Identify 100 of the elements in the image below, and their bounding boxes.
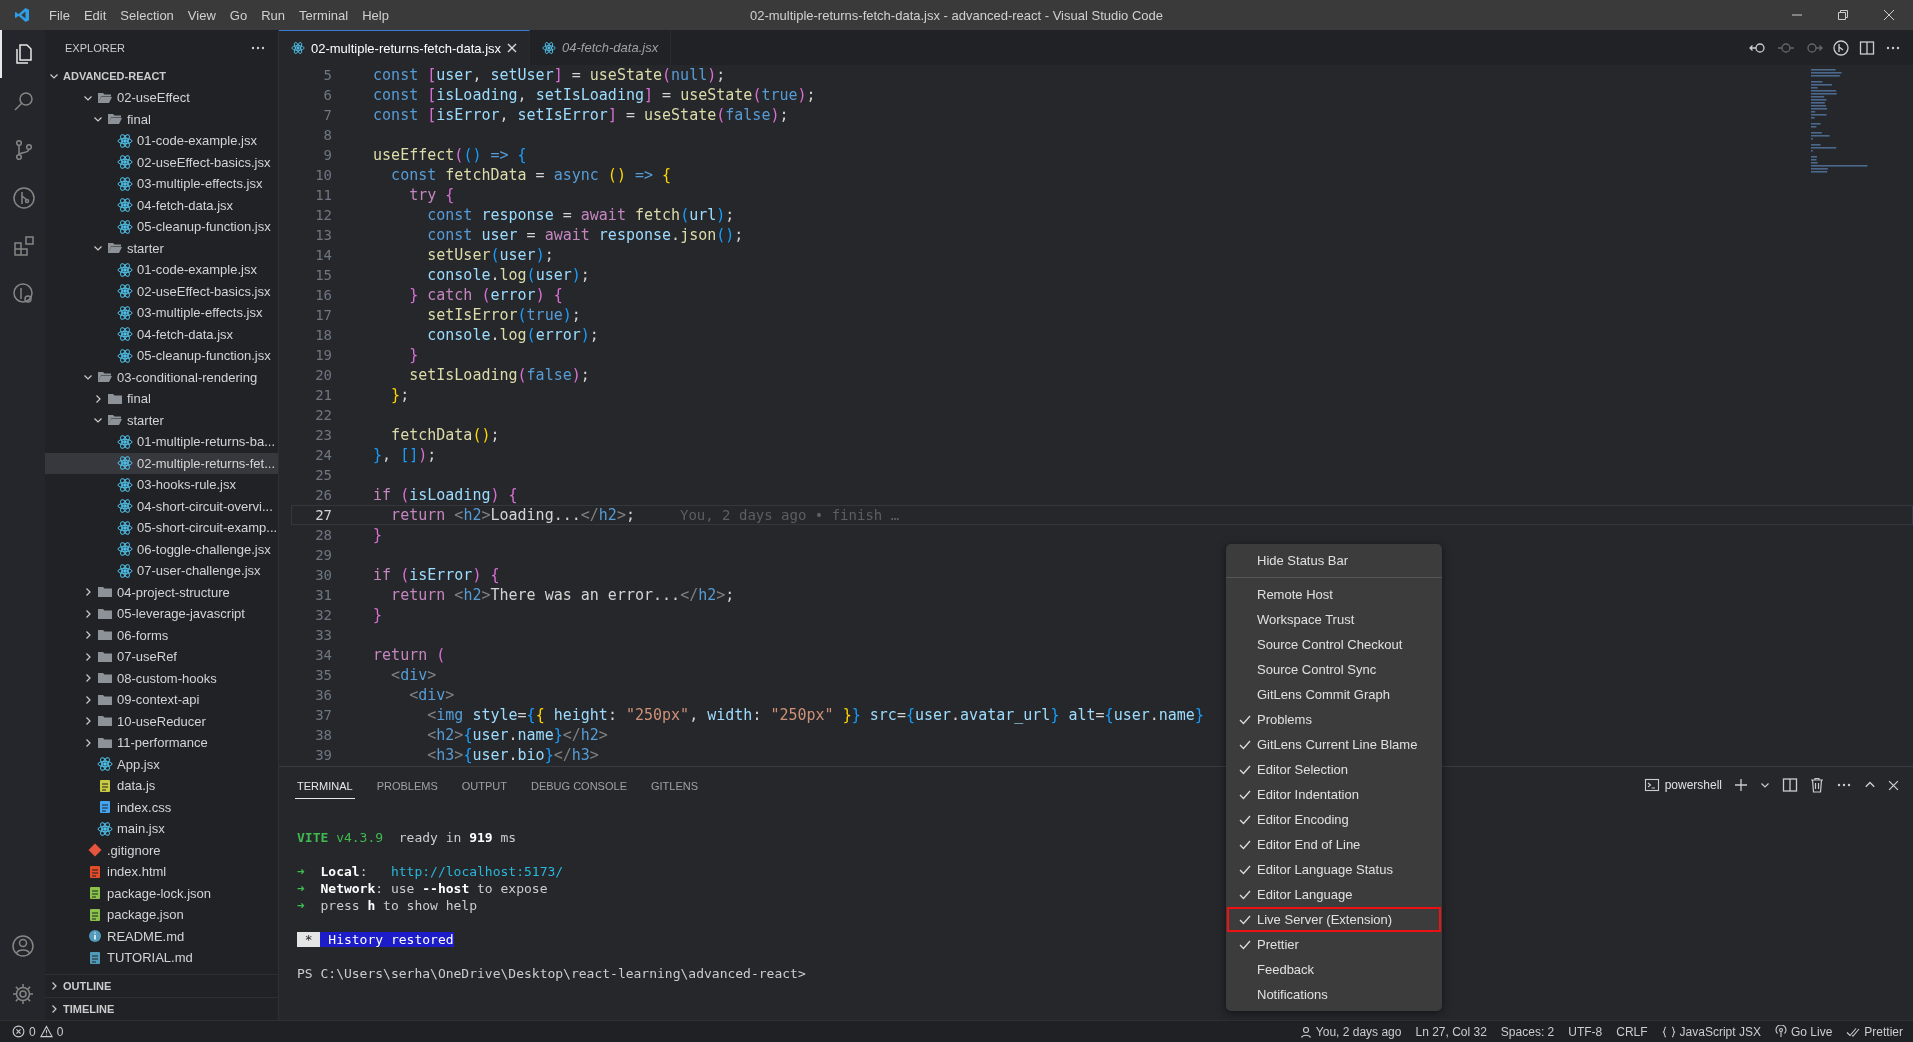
- restore-icon[interactable]: [1837, 9, 1849, 21]
- tree-item[interactable]: package-lock.json: [45, 882, 278, 904]
- tree-item[interactable]: 03-multiple-effects.jsx: [45, 302, 278, 324]
- status-item[interactable]: JavaScript JSX: [1661, 1024, 1761, 1039]
- panel-tab[interactable]: DEBUG CONSOLE: [529, 771, 629, 799]
- menu-item[interactable]: Source Control Sync: [1227, 657, 1441, 682]
- menu-item[interactable]: Terminal: [292, 7, 356, 23]
- menu-item[interactable]: Workspace Trust: [1227, 607, 1441, 632]
- branch-circle-icon[interactable]: [11, 186, 36, 210]
- settings-icon[interactable]: [10, 982, 35, 1006]
- tree-item[interactable]: 05-cleanup-function.jsx: [45, 345, 278, 367]
- menu-item[interactable]: Editor Encoding: [1227, 807, 1441, 832]
- tree-item[interactable]: 06-forms: [45, 624, 278, 646]
- workspace-header[interactable]: ADVANCED-REACT: [45, 65, 278, 87]
- extensions-icon[interactable]: [11, 234, 36, 258]
- branch-search-icon[interactable]: [11, 282, 36, 306]
- menu-item[interactable]: Source Control Checkout: [1227, 632, 1441, 657]
- tree-item[interactable]: 05-short-circuit-examp...: [45, 517, 278, 539]
- tree-item[interactable]: 11-performance: [45, 732, 278, 754]
- menu-item[interactable]: Hide Status Bar: [1227, 548, 1441, 573]
- tree-item[interactable]: final: [45, 388, 278, 410]
- tree-item[interactable]: package.json: [45, 904, 278, 926]
- problems-status[interactable]: 0 0: [0, 1024, 64, 1039]
- branch-circle-icon[interactable]: [1833, 39, 1849, 56]
- close-icon[interactable]: [1888, 779, 1899, 791]
- tree-item[interactable]: 04-short-circuit-overvi...: [45, 495, 278, 517]
- tree-item[interactable]: 01-code-example.jsx: [45, 130, 278, 152]
- menu-item[interactable]: Editor Language: [1227, 882, 1441, 907]
- editor-tab[interactable]: 04-fetch-data.jsx: [530, 30, 672, 65]
- tree-item[interactable]: 02-useEffect-basics.jsx: [45, 280, 278, 302]
- panel-tab[interactable]: OUTPUT: [459, 771, 509, 799]
- split-editor-icon[interactable]: [1859, 39, 1875, 56]
- tree-item[interactable]: final: [45, 108, 278, 130]
- tree-item[interactable]: 04-project-structure: [45, 581, 278, 603]
- tree-item[interactable]: index.css: [45, 796, 278, 818]
- menu-item[interactable]: View: [180, 7, 223, 23]
- tree-item[interactable]: 03-hooks-rule.jsx: [45, 474, 278, 496]
- status-item[interactable]: Prettier: [1846, 1024, 1903, 1039]
- status-item[interactable]: UTF-8: [1568, 1024, 1603, 1039]
- menu-item[interactable]: Editor Indentation: [1227, 782, 1441, 807]
- editor-tab[interactable]: 02-multiple-returns-fetch-data.jsx: [279, 30, 531, 65]
- tree-item[interactable]: App.jsx: [45, 753, 278, 775]
- close-icon[interactable]: [1883, 9, 1895, 21]
- account-icon[interactable]: [10, 934, 35, 958]
- menu-item[interactable]: GitLens Current Line Blame: [1227, 732, 1441, 757]
- menu-item[interactable]: Prettier: [1227, 932, 1441, 957]
- tree-item[interactable]: 02-useEffect: [45, 87, 278, 109]
- tree-item[interactable]: 09-context-api: [45, 689, 278, 711]
- tree-item[interactable]: README.md: [45, 925, 278, 947]
- status-item[interactable]: CRLF: [1616, 1024, 1648, 1039]
- menu-item[interactable]: Remote Host: [1227, 582, 1441, 607]
- menu-item[interactable]: GitLens Commit Graph: [1227, 682, 1441, 707]
- section-header[interactable]: OUTLINE: [45, 974, 278, 997]
- menu-item[interactable]: File: [42, 7, 77, 23]
- split-icon[interactable]: [1782, 777, 1798, 793]
- tree-item[interactable]: main.jsx: [45, 818, 278, 840]
- trash-icon[interactable]: [1810, 777, 1824, 793]
- tree-item[interactable]: 01-code-example.jsx: [45, 259, 278, 281]
- tree-item[interactable]: 02-multiple-returns-fet...: [45, 452, 278, 474]
- panel-tab[interactable]: TERMINAL: [295, 771, 355, 799]
- tree-item[interactable]: 02-useEffect-basics.jsx: [45, 151, 278, 173]
- status-item[interactable]: Ln 27, Col 32: [1415, 1024, 1487, 1039]
- tree-item[interactable]: 03-conditional-rendering: [45, 366, 278, 388]
- tree-item[interactable]: 04-fetch-data.jsx: [45, 323, 278, 345]
- menu-item[interactable]: Notifications: [1227, 982, 1441, 1007]
- tree-item[interactable]: starter: [45, 237, 278, 259]
- status-item[interactable]: Go Live: [1774, 1024, 1833, 1039]
- menu-item[interactable]: Run: [254, 7, 292, 23]
- tree-item[interactable]: 10-useReducer: [45, 710, 278, 732]
- menu-item[interactable]: Selection: [113, 7, 181, 23]
- tree-item[interactable]: 08-custom-hooks: [45, 667, 278, 689]
- tree-item[interactable]: index.html: [45, 861, 278, 883]
- menu-item[interactable]: Live Server (Extension): [1227, 907, 1441, 932]
- tree-item[interactable]: .gitignore: [45, 839, 278, 861]
- plus-icon[interactable]: [1734, 778, 1748, 792]
- tree-item[interactable]: starter: [45, 409, 278, 431]
- menu-item[interactable]: Feedback: [1227, 957, 1441, 982]
- tree-item[interactable]: 05-leverage-javascript: [45, 603, 278, 625]
- tree-item[interactable]: 05-cleanup-function.jsx: [45, 216, 278, 238]
- menu-item[interactable]: Editor End of Line: [1227, 832, 1441, 857]
- panel-tab[interactable]: GITLENS: [648, 771, 701, 799]
- tree-item[interactable]: 03-multiple-effects.jsx: [45, 173, 278, 195]
- status-item[interactable]: Spaces: 2: [1500, 1024, 1555, 1039]
- tree-item[interactable]: 07-user-challenge.jsx: [45, 560, 278, 582]
- tree-item[interactable]: data.js: [45, 775, 278, 797]
- close-icon[interactable]: [507, 43, 518, 53]
- tree-item[interactable]: 07-useRef: [45, 646, 278, 668]
- tree-item[interactable]: 01-multiple-returns-ba...: [45, 431, 278, 453]
- panel-tab[interactable]: PROBLEMS: [374, 771, 440, 799]
- tree-item[interactable]: TUTORIAL.md: [45, 947, 278, 969]
- status-item[interactable]: You, 2 days ago: [1299, 1024, 1402, 1039]
- terminal-selector[interactable]: powershell: [1643, 777, 1722, 793]
- menu-item[interactable]: Help: [355, 7, 396, 23]
- chevron-down-icon[interactable]: [1760, 780, 1770, 790]
- menu-item[interactable]: Go: [222, 7, 255, 23]
- tree-item[interactable]: 06-toggle-challenge.jsx: [45, 538, 278, 560]
- menu-item[interactable]: Editor Language Status: [1227, 857, 1441, 882]
- menu-item[interactable]: Edit: [76, 7, 114, 23]
- menu-item[interactable]: Editor Selection: [1227, 757, 1441, 782]
- menu-item[interactable]: Problems: [1227, 707, 1441, 732]
